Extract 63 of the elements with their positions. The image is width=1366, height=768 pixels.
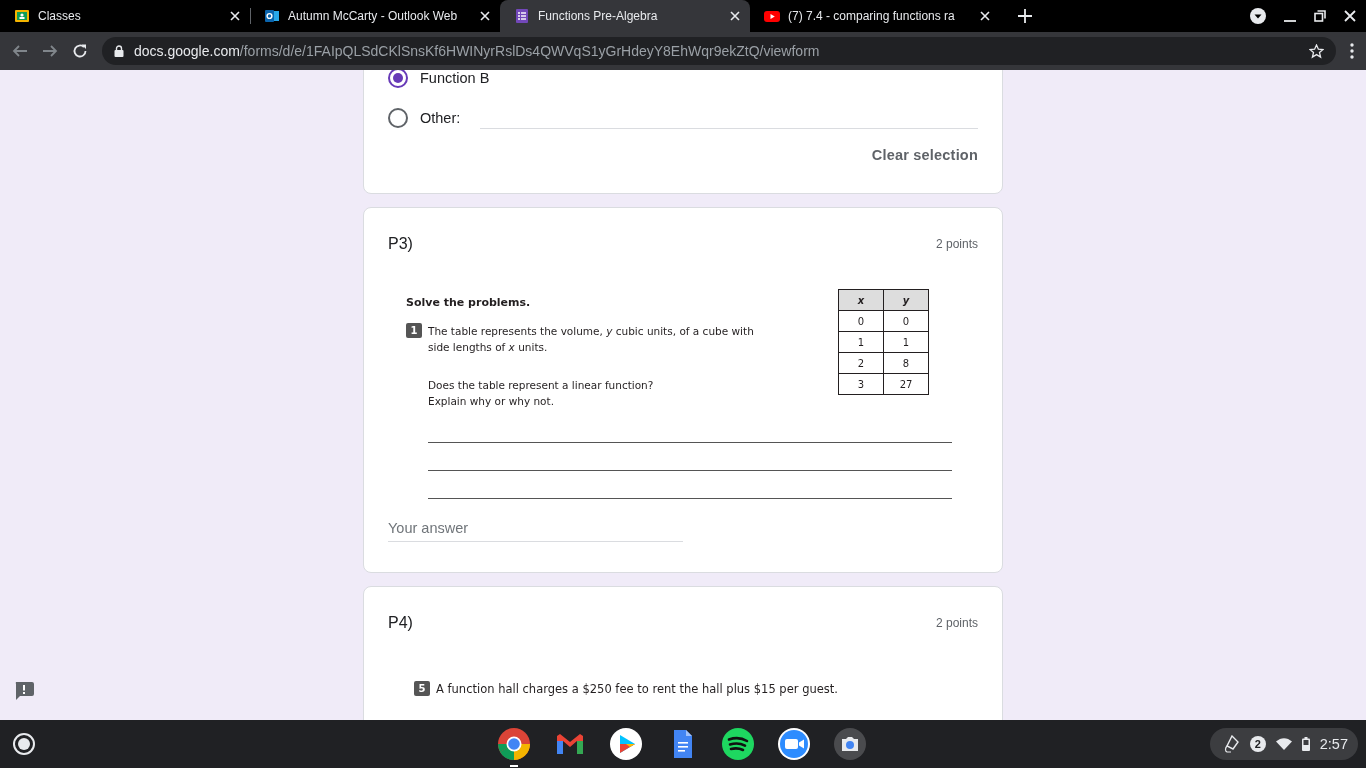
radio-button[interactable] xyxy=(388,70,408,88)
feedback-icon[interactable] xyxy=(14,682,34,700)
browser-tab[interactable]: Classes xyxy=(0,0,250,32)
stylus-icon xyxy=(1223,735,1240,753)
menu-icon[interactable] xyxy=(1350,43,1354,59)
close-icon[interactable] xyxy=(730,11,740,21)
problem-text: A function hall charges a $250 fee to rent the hall plus $15 per guest. xyxy=(436,681,838,696)
close-icon[interactable] xyxy=(980,11,990,21)
close-icon[interactable] xyxy=(480,11,490,21)
option-label[interactable]: Other: xyxy=(420,110,461,126)
browser-logo-icon[interactable] xyxy=(497,727,531,761)
column-header: y xyxy=(883,289,929,311)
reload-icon[interactable] xyxy=(72,43,88,59)
radio-button[interactable] xyxy=(388,108,408,128)
problem-number: 5 xyxy=(414,681,430,696)
notification-count: 2 xyxy=(1249,736,1266,752)
column-header: x xyxy=(838,289,884,311)
restore-icon[interactable] xyxy=(1314,10,1326,22)
forward-icon[interactable] xyxy=(42,43,58,59)
wifi-icon xyxy=(1275,738,1292,750)
clock-time: 2:57 xyxy=(1319,736,1348,752)
problem-question: Does the table represent a linear function? Explain why or why not. xyxy=(428,378,654,409)
site-icon xyxy=(264,8,280,24)
play-store-icon[interactable] xyxy=(609,727,643,761)
sound-waves-icon[interactable] xyxy=(721,727,755,761)
video-camera-icon[interactable] xyxy=(777,727,811,761)
lock-icon xyxy=(114,45,124,57)
site-icon xyxy=(764,8,780,24)
question-title: P4) xyxy=(388,614,413,632)
bookmark-star-icon[interactable] xyxy=(1309,43,1324,59)
status-tray[interactable]: 2 2:57 xyxy=(1209,728,1358,760)
clear-selection-button[interactable]: Clear selection xyxy=(871,147,978,163)
table-cell: 0 xyxy=(838,310,884,332)
table-cell: 3 xyxy=(838,373,884,395)
site-icon xyxy=(14,8,30,24)
answer-field[interactable]: Your answer xyxy=(388,515,683,542)
browser-tab[interactable]: (7) 7.4 - comparing functions ra xyxy=(750,0,1000,32)
battery-icon xyxy=(1301,737,1310,751)
new-tab-icon[interactable] xyxy=(1018,9,1032,23)
address-bar[interactable]: docs.google.com/forms/d/e/1FAIpQLSdCKlSnsKf6HWINyrRslDs4QWVqS1yGrHdeyY8EhWqr9ekZtQ/viewform xyxy=(102,37,1336,65)
table-cell: 0 xyxy=(883,310,929,332)
back-icon[interactable] xyxy=(12,43,28,59)
dropdown-icon[interactable] xyxy=(1250,8,1266,24)
launcher-icon[interactable] xyxy=(12,732,36,756)
site-icon xyxy=(514,8,530,24)
points-label: 2 points xyxy=(935,616,978,630)
problem-number: 1 xyxy=(406,323,422,338)
points-label: 2 points xyxy=(935,237,978,251)
browser-tab[interactable]: Functions Pre-Algebra xyxy=(500,0,750,32)
worksheet-heading: Solve the problems. xyxy=(406,296,531,309)
problem-text: The table represents the volume, y cubic units, of a cube with side lengths of x units. xyxy=(428,324,755,355)
table-cell: 2 xyxy=(838,352,884,374)
table-cell: 1 xyxy=(883,331,929,353)
table-cell: 1 xyxy=(838,331,884,353)
option-label[interactable]: Function B xyxy=(420,70,490,86)
close-icon[interactable] xyxy=(1344,10,1356,22)
table-cell: 8 xyxy=(883,352,929,374)
question-title: P3) xyxy=(388,235,413,253)
camera-icon[interactable] xyxy=(833,727,867,761)
browser-tab[interactable]: Autumn McCarty - Outlook Web xyxy=(250,0,500,32)
table-cell: 27 xyxy=(883,373,929,395)
url-text: docs.google.com/forms/d/e/1FAIpQLSdCKlSnsKf6HWINyrRslDs4QWVqS1yGrHdeyY8EhWqr9ekZtQ/viewform xyxy=(134,43,821,59)
close-icon[interactable] xyxy=(230,11,240,21)
